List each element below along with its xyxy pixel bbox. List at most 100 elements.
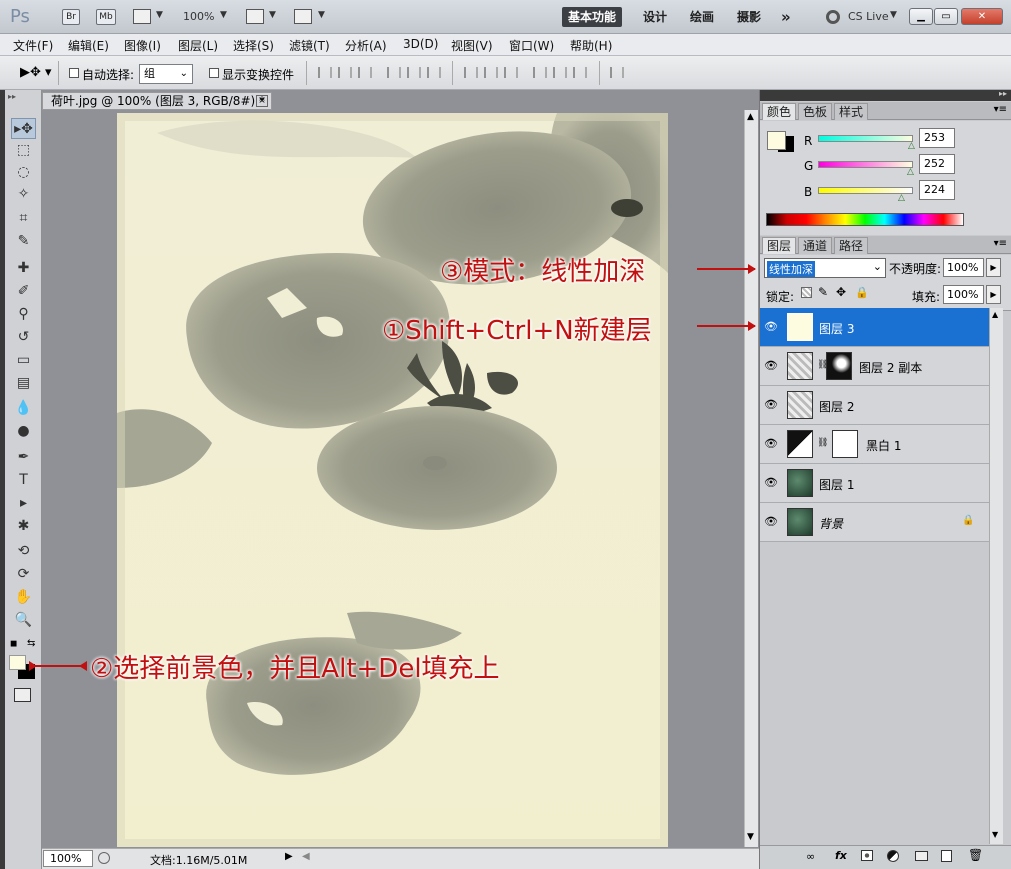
workspace-design[interactable]: 设计 — [637, 7, 673, 27]
cs-live-button[interactable]: CS Live — [848, 10, 889, 23]
align-left-icon[interactable] — [387, 67, 401, 78]
swap-colors-icon[interactable]: ⇆ — [27, 638, 35, 649]
scroll-up-arrow-icon[interactable]: ▲ — [992, 310, 998, 319]
blue-slider-thumb[interactable]: △ — [898, 193, 905, 203]
chevron-down-icon[interactable]: ▼ — [318, 10, 325, 20]
hand-tool-icon[interactable]: ✋ — [11, 587, 36, 608]
align-bottom-icon[interactable] — [358, 67, 372, 78]
scroll-up-arrow-icon[interactable]: ▲ — [747, 112, 754, 122]
menu-view[interactable]: 视图(V) — [451, 37, 493, 54]
green-slider[interactable] — [818, 161, 913, 168]
close-icon[interactable]: × — [256, 95, 268, 107]
auto-select-dropdown[interactable]: 组 ⌄ — [139, 64, 193, 84]
brush-tool-icon[interactable]: ✐ — [11, 281, 36, 302]
scroll-down-arrow-icon[interactable]: ▼ — [992, 830, 998, 839]
fill-input[interactable]: 100% — [943, 285, 984, 304]
opacity-slider-arrow-icon[interactable]: ▶ — [986, 258, 1001, 277]
layer-row[interactable]: 👁 图层 1 — [760, 464, 989, 503]
green-slider-thumb[interactable]: △ — [907, 167, 914, 177]
menu-3d[interactable]: 3D(D) — [403, 37, 438, 51]
red-slider-thumb[interactable]: △ — [908, 141, 915, 151]
visibility-eye-icon[interactable]: 👁 — [764, 359, 778, 373]
adjustment-icon[interactable] — [887, 850, 899, 862]
layer-row[interactable]: 👁 背景 🔒 — [760, 503, 989, 542]
history-brush-tool-icon[interactable]: ↺ — [11, 327, 36, 348]
distribute-left-icon[interactable] — [533, 67, 547, 78]
canvas[interactable] — [117, 113, 668, 847]
move-tool-icon[interactable]: ▸✥ — [11, 118, 36, 139]
lock-pixels-icon[interactable]: ✎ — [818, 285, 828, 299]
tab-color[interactable]: 颜色 — [762, 103, 797, 120]
group-icon[interactable] — [915, 851, 928, 861]
new-layer-icon[interactable] — [941, 850, 952, 862]
blue-value-input[interactable]: 224 — [919, 180, 955, 200]
healing-brush-tool-icon[interactable]: ✚ — [11, 258, 36, 279]
document-tab[interactable]: 荷叶.jpg @ 100% (图层 3, RGB/8#) * × — [42, 92, 272, 110]
vertical-scrollbar[interactable]: ▲ ▼ — [744, 110, 758, 847]
auto-align-layers-icon[interactable] — [610, 67, 624, 78]
align-vcenter-icon[interactable] — [338, 67, 352, 78]
move-tool-preset-icon[interactable]: ▶✥ ▾ — [20, 65, 52, 80]
layer-row[interactable]: 👁 ⛓ 黑白 1 — [760, 425, 989, 464]
visibility-eye-icon[interactable]: 👁 — [764, 515, 778, 529]
shape-tool-icon[interactable]: ✱ — [11, 516, 36, 537]
zoom-field[interactable]: 100% — [43, 850, 93, 867]
menu-window[interactable]: 窗口(W) — [509, 37, 554, 54]
visibility-eye-icon[interactable]: 👁 — [764, 437, 778, 451]
3d-rotate-tool-icon[interactable]: ⟲ — [11, 541, 36, 562]
green-value-input[interactable]: 252 — [919, 154, 955, 174]
scroll-left-arrow-icon[interactable]: ◀ — [302, 851, 310, 862]
workspace-photography[interactable]: 摄影 — [731, 7, 767, 27]
arrange-documents-icon[interactable] — [246, 9, 264, 24]
collapse-icon[interactable]: ▸▸ — [8, 92, 16, 101]
zoom-level[interactable]: 100% — [183, 10, 214, 23]
quick-select-tool-icon[interactable]: ✧ — [11, 184, 36, 205]
eyedropper-tool-icon[interactable]: ✎ — [11, 231, 36, 252]
visibility-eye-icon[interactable]: 👁 — [764, 320, 778, 334]
show-transform-checkbox[interactable] — [209, 68, 219, 78]
layers-scrollbar[interactable]: ▲ ▼ — [989, 308, 1003, 844]
lock-position-icon[interactable]: ✥ — [836, 285, 846, 299]
menu-analysis[interactable]: 分析(A) — [345, 37, 387, 54]
status-info-icon[interactable] — [98, 852, 110, 864]
eraser-tool-icon[interactable]: ▭ — [11, 350, 36, 371]
default-colors-icon[interactable]: ◼ — [10, 639, 17, 649]
workspace-painting[interactable]: 绘画 — [684, 7, 720, 27]
extras-icon[interactable] — [133, 9, 151, 24]
fill-slider-arrow-icon[interactable]: ▶ — [986, 285, 1001, 304]
visibility-eye-icon[interactable]: 👁 — [764, 476, 778, 490]
align-top-icon[interactable] — [318, 67, 332, 78]
chevron-down-icon[interactable]: ▼ — [890, 10, 897, 20]
menu-file[interactable]: 文件(F) — [13, 37, 53, 54]
link-icon[interactable]: ∞ — [806, 850, 815, 863]
tab-styles[interactable]: 样式 — [834, 103, 869, 120]
fx-icon[interactable]: fx — [835, 849, 847, 862]
layer-row[interactable]: 👁 图层 2 — [760, 386, 989, 425]
distribute-right-icon[interactable] — [573, 67, 587, 78]
lasso-tool-icon[interactable]: ◌ — [11, 162, 36, 183]
menu-filter[interactable]: 滤镜(T) — [289, 37, 330, 54]
panel-menu-icon[interactable]: ▾≡ — [994, 104, 1007, 115]
gradient-tool-icon[interactable]: ▤ — [11, 373, 36, 394]
red-slider[interactable] — [818, 135, 913, 142]
menu-select[interactable]: 选择(S) — [233, 37, 274, 54]
blur-tool-icon[interactable]: 💧 — [11, 398, 36, 419]
scroll-down-arrow-icon[interactable]: ▼ — [747, 832, 754, 842]
menu-layer[interactable]: 图层(L) — [178, 37, 218, 54]
auto-select-checkbox[interactable] — [69, 68, 79, 78]
trash-icon[interactable]: 🗑 — [968, 848, 983, 862]
layer-row[interactable]: 👁 ⛓ 图层 2 副本 — [760, 347, 989, 386]
foreground-color-swatch[interactable] — [9, 655, 26, 670]
path-select-tool-icon[interactable]: ▸ — [11, 493, 36, 514]
layer-mask-thumbnail[interactable] — [832, 430, 858, 458]
workspace-essentials[interactable]: 基本功能 — [562, 7, 623, 27]
red-value-input[interactable]: 253 — [919, 128, 955, 148]
mask-icon[interactable] — [861, 850, 873, 861]
color-panel-fg-swatch[interactable] — [767, 131, 786, 150]
menu-edit[interactable]: 编辑(E) — [68, 37, 109, 54]
chevron-down-icon[interactable]: ▼ — [269, 10, 276, 20]
mask-link-icon[interactable]: ⛓ — [817, 438, 828, 448]
visibility-eye-icon[interactable]: 👁 — [764, 398, 778, 412]
layer-mask-thumbnail[interactable] — [826, 352, 852, 380]
screen-mode-icon[interactable] — [294, 9, 312, 24]
